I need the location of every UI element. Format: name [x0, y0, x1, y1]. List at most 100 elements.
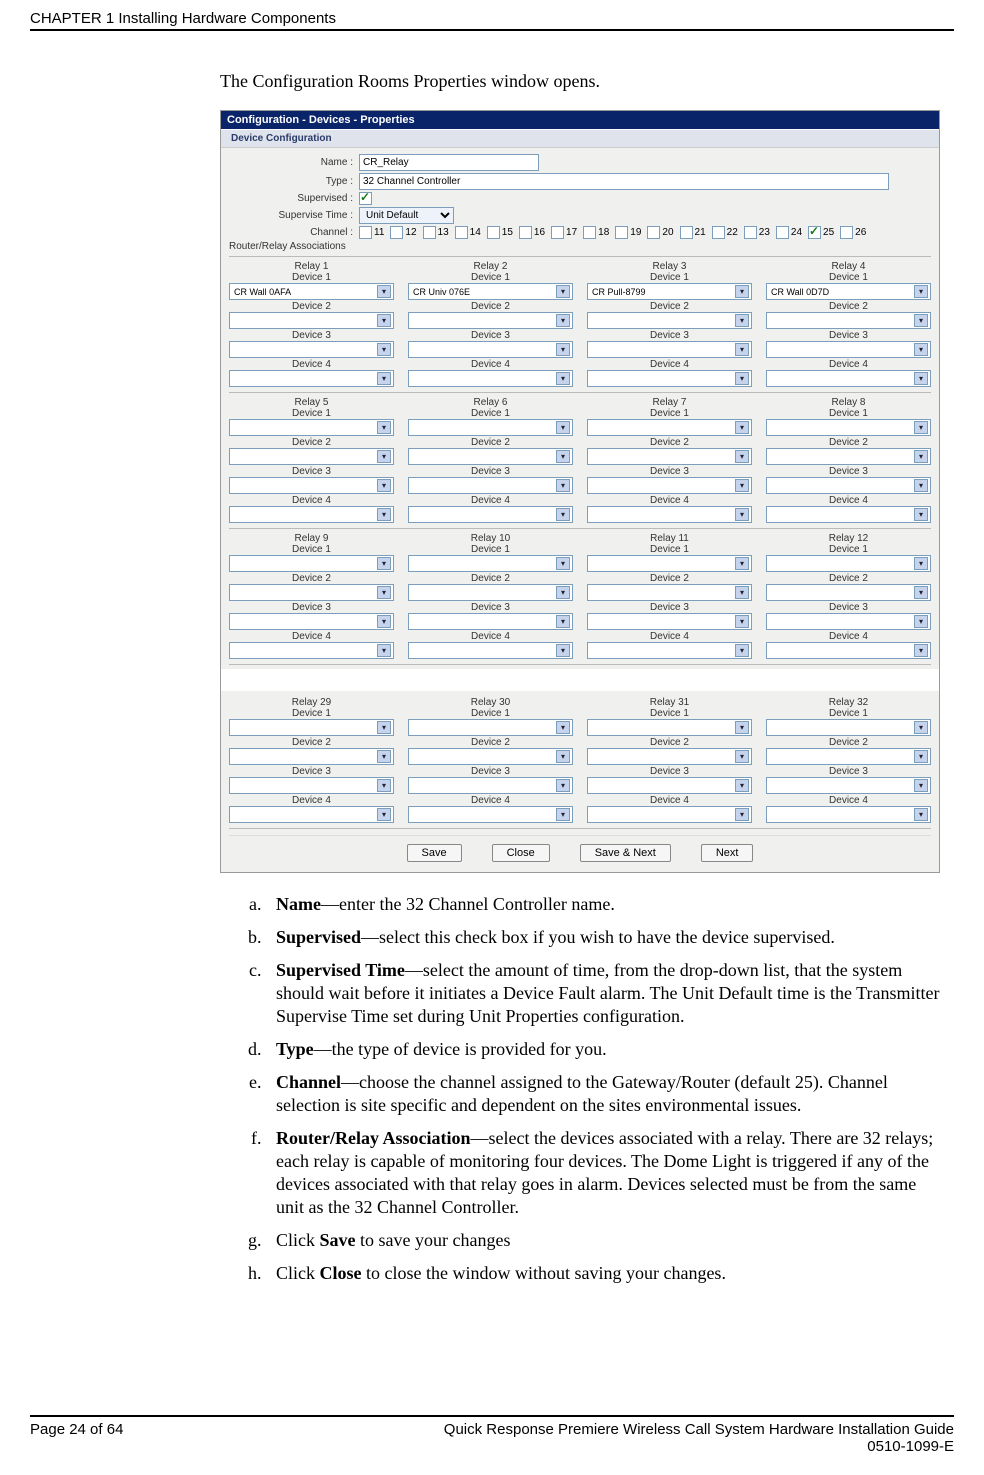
channel-checkbox[interactable]	[359, 226, 372, 239]
channel-22[interactable]: 22	[712, 226, 738, 239]
channel-checkbox[interactable]	[423, 226, 436, 239]
device-select[interactable]: ▾	[766, 642, 931, 659]
device-select[interactable]: ▾	[587, 584, 752, 601]
channel-checkbox[interactable]	[808, 226, 821, 239]
channel-19[interactable]: 19	[615, 226, 641, 239]
channel-23[interactable]: 23	[744, 226, 770, 239]
save-next-button[interactable]: Save & Next	[580, 844, 671, 862]
device-select[interactable]: ▾	[587, 748, 752, 765]
device-select[interactable]: ▾	[587, 719, 752, 736]
device-select[interactable]: ▾	[766, 748, 931, 765]
channel-checkbox[interactable]	[712, 226, 725, 239]
device-select[interactable]: ▾	[587, 777, 752, 794]
device-select[interactable]: ▾	[408, 477, 573, 494]
device-select[interactable]: ▾	[587, 419, 752, 436]
device-select[interactable]: ▾	[408, 555, 573, 572]
device-select[interactable]: ▾	[766, 506, 931, 523]
device-select[interactable]: ▾	[229, 477, 394, 494]
device-select[interactable]: CR Wall 0D7D▾	[766, 283, 931, 300]
channel-checkbox[interactable]	[744, 226, 757, 239]
device-select[interactable]: ▾	[587, 613, 752, 630]
device-select[interactable]: ▾	[229, 748, 394, 765]
device-select[interactable]: ▾	[408, 370, 573, 387]
channel-checkbox[interactable]	[487, 226, 500, 239]
name-input[interactable]: CR_Relay	[359, 154, 539, 171]
device-select[interactable]: ▾	[229, 448, 394, 465]
device-select[interactable]: ▾	[766, 477, 931, 494]
channel-17[interactable]: 17	[551, 226, 577, 239]
device-select[interactable]: ▾	[766, 719, 931, 736]
device-select[interactable]: ▾	[229, 613, 394, 630]
device-select[interactable]: ▾	[408, 748, 573, 765]
channel-14[interactable]: 14	[455, 226, 481, 239]
channel-15[interactable]: 15	[487, 226, 513, 239]
device-select[interactable]: ▾	[766, 584, 931, 601]
device-select[interactable]: ▾	[766, 806, 931, 823]
channel-11[interactable]: 11	[359, 226, 384, 239]
device-select[interactable]: ▾	[766, 613, 931, 630]
device-select[interactable]: ▾	[766, 555, 931, 572]
device-select[interactable]: ▾	[408, 419, 573, 436]
channel-checkbox[interactable]	[455, 226, 468, 239]
device-select[interactable]: ▾	[766, 419, 931, 436]
device-select[interactable]: ▾	[408, 806, 573, 823]
device-select[interactable]: ▾	[408, 642, 573, 659]
next-button[interactable]: Next	[701, 844, 754, 862]
device-select[interactable]: ▾	[587, 642, 752, 659]
channel-18[interactable]: 18	[583, 226, 609, 239]
channel-25[interactable]: 25	[808, 226, 834, 239]
device-select[interactable]: ▾	[408, 448, 573, 465]
device-select[interactable]: ▾	[587, 477, 752, 494]
channel-24[interactable]: 24	[776, 226, 802, 239]
device-select[interactable]: ▾	[587, 448, 752, 465]
close-button[interactable]: Close	[492, 844, 550, 862]
device-select[interactable]: CR Univ 076E▾	[408, 283, 573, 300]
channel-26[interactable]: 26	[840, 226, 866, 239]
device-select[interactable]: ▾	[408, 613, 573, 630]
device-select[interactable]: ▾	[587, 806, 752, 823]
channel-checkbox[interactable]	[776, 226, 789, 239]
channel-checkbox[interactable]	[551, 226, 564, 239]
device-select[interactable]: ▾	[766, 448, 931, 465]
device-select[interactable]: ▾	[229, 584, 394, 601]
device-select[interactable]: ▾	[229, 506, 394, 523]
device-select[interactable]: ▾	[229, 419, 394, 436]
supervise-time-select[interactable]: Unit Default	[359, 207, 454, 224]
channel-checkbox[interactable]	[615, 226, 628, 239]
device-select[interactable]: ▾	[229, 642, 394, 659]
device-select[interactable]: ▾	[408, 584, 573, 601]
channel-checkbox[interactable]	[390, 226, 403, 239]
device-select[interactable]: ▾	[229, 719, 394, 736]
device-select[interactable]: CR Pull-8799▾	[587, 283, 752, 300]
device-select[interactable]: ▾	[587, 506, 752, 523]
device-select[interactable]: ▾	[766, 312, 931, 329]
channel-12[interactable]: 12	[390, 226, 416, 239]
device-select[interactable]: CR Wall 0AFA▾	[229, 283, 394, 300]
device-select[interactable]: ▾	[587, 341, 752, 358]
device-select[interactable]: ▾	[229, 555, 394, 572]
device-select[interactable]: ▾	[587, 555, 752, 572]
channel-checkbox[interactable]	[647, 226, 660, 239]
channel-checkbox[interactable]	[519, 226, 532, 239]
channel-16[interactable]: 16	[519, 226, 545, 239]
channel-checkbox[interactable]	[583, 226, 596, 239]
supervised-checkbox[interactable]	[359, 192, 372, 205]
device-select[interactable]: ▾	[408, 506, 573, 523]
device-select[interactable]: ▾	[766, 341, 931, 358]
channel-checkbox[interactable]	[840, 226, 853, 239]
channel-checkbox[interactable]	[680, 226, 693, 239]
device-select[interactable]: ▾	[408, 312, 573, 329]
save-button[interactable]: Save	[407, 844, 462, 862]
channel-21[interactable]: 21	[680, 226, 706, 239]
device-select[interactable]: ▾	[408, 777, 573, 794]
device-select[interactable]: ▾	[766, 370, 931, 387]
channel-13[interactable]: 13	[423, 226, 449, 239]
channel-20[interactable]: 20	[647, 226, 673, 239]
device-select[interactable]: ▾	[408, 341, 573, 358]
device-select[interactable]: ▾	[587, 370, 752, 387]
device-select[interactable]: ▾	[229, 312, 394, 329]
device-select[interactable]: ▾	[229, 370, 394, 387]
device-select[interactable]: ▾	[229, 341, 394, 358]
device-select[interactable]: ▾	[766, 777, 931, 794]
device-select[interactable]: ▾	[229, 777, 394, 794]
